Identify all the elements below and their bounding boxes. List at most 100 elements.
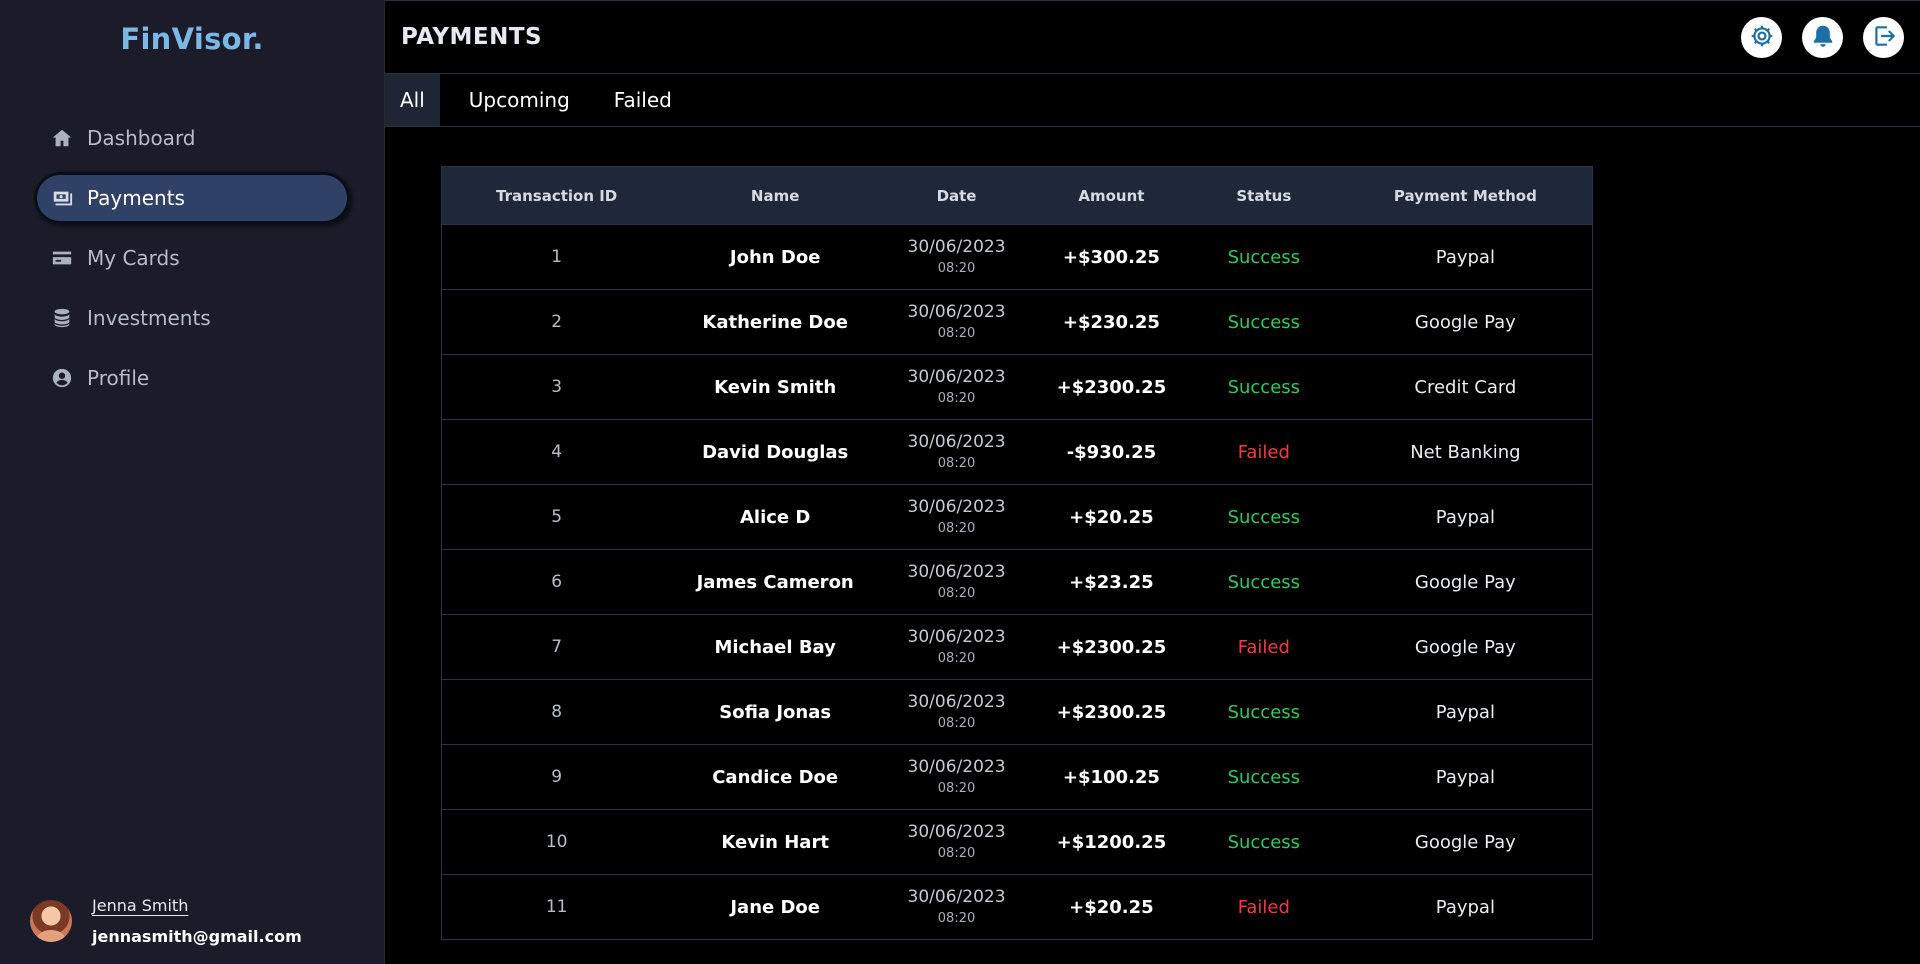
column-header-amount[interactable]: Amount xyxy=(1034,167,1189,225)
settings-button[interactable] xyxy=(1741,17,1782,58)
cell-date: 30/06/2023 08:20 xyxy=(879,615,1034,680)
top-header: PAYMENTS xyxy=(385,0,1920,74)
tab-all[interactable]: All xyxy=(385,74,440,126)
date-value: 30/06/2023 xyxy=(907,367,1006,387)
user-profile: Jenna Smith jennasmith@gmail.com xyxy=(30,896,302,946)
cell-name: Kevin Smith xyxy=(714,376,837,398)
cell-payment-method: Credit Card xyxy=(1414,376,1517,398)
cell-transaction-id: 8 xyxy=(551,702,563,722)
cell-date: 30/06/2023 08:20 xyxy=(879,745,1034,810)
table-row[interactable]: 10 Kevin Hart 30/06/2023 08:20 +$1200.25… xyxy=(441,809,1593,875)
status-badge: Success xyxy=(1227,311,1301,333)
cell-name: Alice D xyxy=(739,506,811,528)
cell-name: Jane Doe xyxy=(730,896,820,918)
cell-transaction-id: 4 xyxy=(551,442,563,462)
user-circle-icon xyxy=(51,367,73,389)
cell-payment-method: Google Pay xyxy=(1414,311,1516,333)
cell-status: Success xyxy=(1189,355,1339,420)
cell-date: 30/06/2023 08:20 xyxy=(879,420,1034,485)
status-badge: Success xyxy=(1227,506,1301,528)
table-row[interactable]: 4 David Douglas 30/06/2023 08:20 -$930.2… xyxy=(441,419,1593,485)
payments-table: Transaction ID Name Date Amount Status P… xyxy=(441,166,1593,940)
table-row[interactable]: 11 Jane Doe 30/06/2023 08:20 +$20.25 Fai… xyxy=(441,874,1593,940)
cell-payment-method: Paypal xyxy=(1435,896,1495,918)
user-email: jennasmith@gmail.com xyxy=(92,927,302,946)
sidebar-item-label: Dashboard xyxy=(87,126,196,150)
column-header-payment-method[interactable]: Payment Method xyxy=(1339,167,1593,225)
home-icon xyxy=(51,127,73,149)
cell-transaction-id: 7 xyxy=(551,637,563,657)
cell-name: Kevin Hart xyxy=(721,831,829,853)
date-value: 30/06/2023 xyxy=(907,562,1006,582)
table-row[interactable]: 8 Sofia Jonas 30/06/2023 08:20 +$2300.25… xyxy=(441,679,1593,745)
status-badge: Failed xyxy=(1237,636,1290,658)
cell-transaction-id: 11 xyxy=(545,897,568,917)
tab-upcoming[interactable]: Upcoming xyxy=(447,74,592,126)
sidebar-item-profile[interactable]: Profile xyxy=(34,352,350,404)
table-row[interactable]: 6 James Cameron 30/06/2023 08:20 +$23.25… xyxy=(441,549,1593,615)
cell-payment-method: Paypal xyxy=(1435,766,1495,788)
date-value: 30/06/2023 xyxy=(907,237,1006,257)
cell-amount: +$230.25 xyxy=(1062,311,1160,333)
payments-table-container: Transaction ID Name Date Amount Status P… xyxy=(441,166,1593,940)
column-header-transaction-id[interactable]: Transaction ID xyxy=(442,167,672,225)
cell-amount: +$2300.25 xyxy=(1056,701,1167,723)
table-header: Transaction ID Name Date Amount Status P… xyxy=(441,166,1593,225)
cell-payment-method: Paypal xyxy=(1435,506,1495,528)
cell-transaction-id: 9 xyxy=(551,767,563,787)
status-badge: Success xyxy=(1227,831,1301,853)
cell-amount: +$100.25 xyxy=(1062,766,1160,788)
cell-status: Success xyxy=(1189,225,1339,290)
tab-failed[interactable]: Failed xyxy=(592,74,694,126)
cell-payment-method: Net Banking xyxy=(1410,441,1521,463)
main-content: PAYMENTS All Upcoming Failed Transaction… xyxy=(384,0,1920,964)
table-body: 1 John Doe 30/06/2023 08:20 +$300.25 Suc… xyxy=(441,224,1593,940)
time-value: 08:20 xyxy=(937,716,976,731)
table-row[interactable]: 3 Kevin Smith 30/06/2023 08:20 +$2300.25… xyxy=(441,354,1593,420)
bell-icon xyxy=(1810,23,1836,53)
sidebar-item-my-cards[interactable]: My Cards xyxy=(34,232,350,284)
date-value: 30/06/2023 xyxy=(907,887,1006,907)
cell-amount: +$20.25 xyxy=(1069,506,1154,528)
cell-transaction-id: 10 xyxy=(545,832,568,852)
coins-icon xyxy=(51,307,73,329)
column-header-status[interactable]: Status xyxy=(1189,167,1339,225)
sidebar-item-investments[interactable]: Investments xyxy=(34,292,350,344)
logout-button[interactable] xyxy=(1863,17,1904,58)
column-header-date[interactable]: Date xyxy=(879,167,1034,225)
payments-icon xyxy=(51,187,73,209)
notifications-button[interactable] xyxy=(1802,17,1843,58)
payment-tabs: All Upcoming Failed xyxy=(385,74,1920,127)
table-row[interactable]: 9 Candice Doe 30/06/2023 08:20 +$100.25 … xyxy=(441,744,1593,810)
app-logo[interactable]: FinVisor. xyxy=(0,0,384,100)
time-value: 08:20 xyxy=(937,391,976,406)
sidebar-item-label: Payments xyxy=(87,186,185,210)
time-value: 08:20 xyxy=(937,261,976,276)
table-row[interactable]: 7 Michael Bay 30/06/2023 08:20 +$2300.25… xyxy=(441,614,1593,680)
cell-status: Failed xyxy=(1189,875,1339,940)
cell-date: 30/06/2023 08:20 xyxy=(879,810,1034,875)
sidebar-item-label: Profile xyxy=(87,366,150,390)
cell-transaction-id: 5 xyxy=(551,507,563,527)
cell-name: Michael Bay xyxy=(714,636,836,658)
sidebar-item-dashboard[interactable]: Dashboard xyxy=(34,112,350,164)
cell-transaction-id: 3 xyxy=(551,377,563,397)
column-header-name[interactable]: Name xyxy=(671,167,879,225)
cell-date: 30/06/2023 08:20 xyxy=(879,550,1034,615)
logout-icon xyxy=(1871,23,1897,53)
table-row[interactable]: 5 Alice D 30/06/2023 08:20 +$20.25 Succe… xyxy=(441,484,1593,550)
time-value: 08:20 xyxy=(937,586,976,601)
sidebar-nav: Dashboard Payments My Cards Investments xyxy=(0,112,384,412)
date-value: 30/06/2023 xyxy=(907,497,1006,517)
sidebar-item-payments[interactable]: Payments xyxy=(34,172,350,224)
cell-amount: +$2300.25 xyxy=(1056,376,1167,398)
table-row[interactable]: 1 John Doe 30/06/2023 08:20 +$300.25 Suc… xyxy=(441,224,1593,290)
cell-amount: +$20.25 xyxy=(1069,896,1154,918)
table-row[interactable]: 2 Katherine Doe 30/06/2023 08:20 +$230.2… xyxy=(441,289,1593,355)
avatar[interactable] xyxy=(30,900,72,942)
cell-name: Sofia Jonas xyxy=(719,701,832,723)
user-name-link[interactable]: Jenna Smith xyxy=(92,896,302,915)
cell-payment-method: Paypal xyxy=(1435,701,1495,723)
cell-transaction-id: 1 xyxy=(551,247,563,267)
cell-name: David Douglas xyxy=(702,441,849,463)
